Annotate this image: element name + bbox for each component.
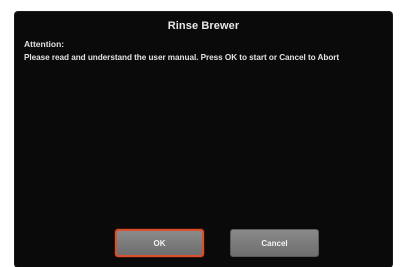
ok-button[interactable]: OK xyxy=(115,229,204,257)
dialog-screen: Rinse Brewer Attention: Please read and … xyxy=(15,12,392,267)
ok-button-label: OK xyxy=(153,238,166,248)
attention-heading: Attention: xyxy=(24,39,65,49)
cancel-button[interactable]: Cancel xyxy=(230,229,319,257)
dialog-message: Please read and understand the user manu… xyxy=(24,53,340,62)
cancel-button-label: Cancel xyxy=(261,238,288,248)
dialog-title: Rinse Brewer xyxy=(167,20,240,32)
page-frame: Rinse Brewer Attention: Please read and … xyxy=(0,0,402,267)
